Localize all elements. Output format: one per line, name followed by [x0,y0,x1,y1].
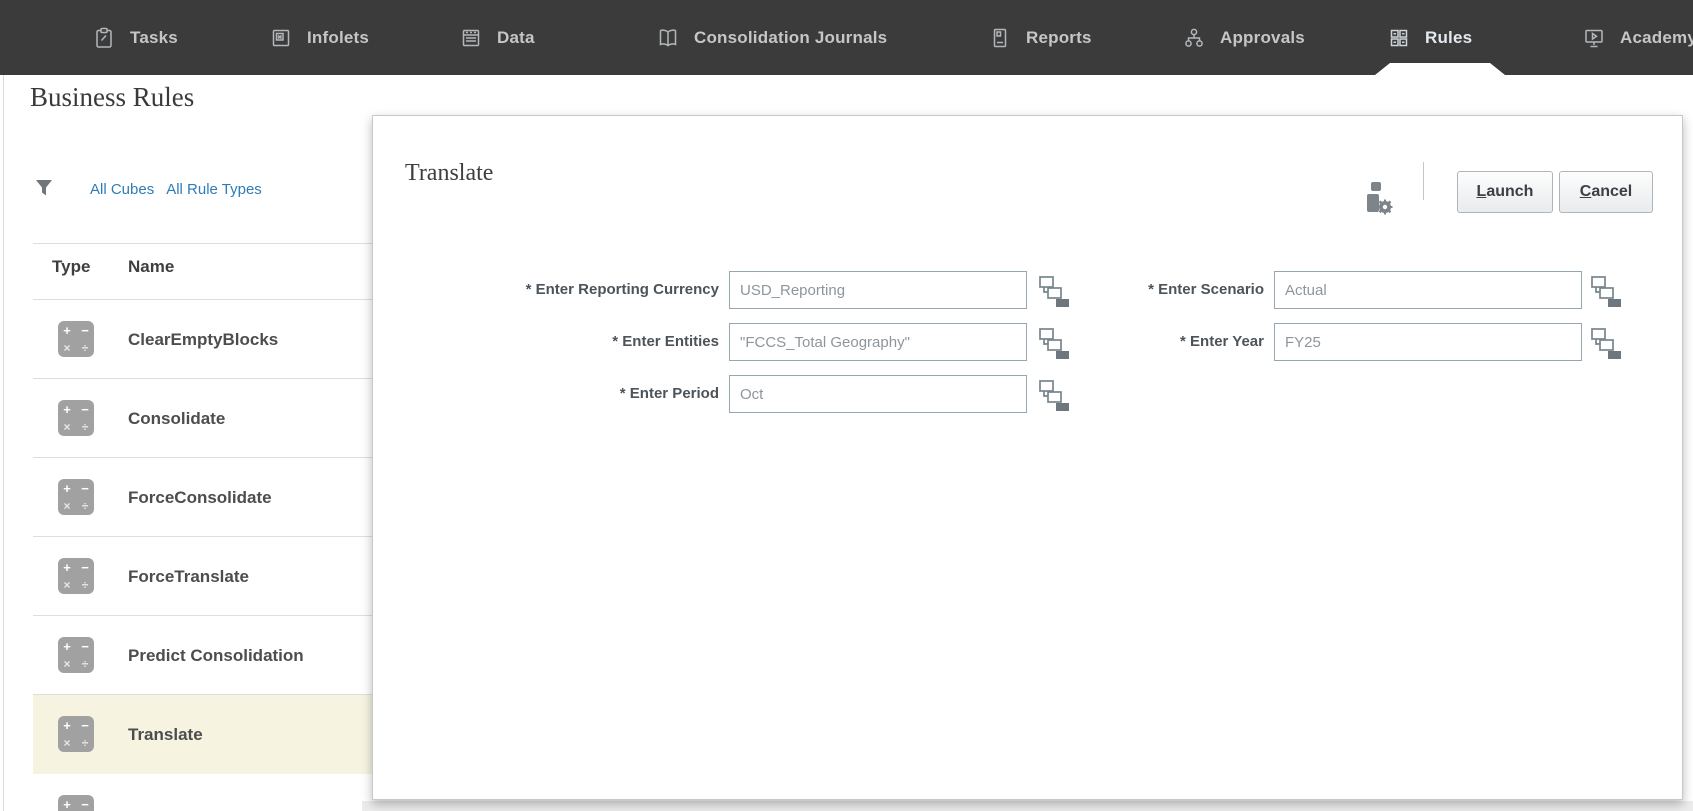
cancel-button[interactable]: Cancel [1559,171,1653,213]
nav-item-data[interactable]: Data [460,0,535,75]
rule-name: ClearEmptyBlocks [128,329,279,349]
filter-bar: All Cubes All Rule Types [90,181,262,198]
nav-item-label: Tasks [130,27,178,47]
nav-item-tasks[interactable]: Tasks [93,0,178,75]
nav-item-infolets[interactable]: Infolets [270,0,369,75]
nav-item-label: Data [497,27,535,47]
nav-item-label: Infolets [307,27,370,47]
column-header-type: Type [52,257,91,276]
table-row-partial[interactable]: +−×÷ [33,774,372,811]
launch-variables-person-icon[interactable] [1363,180,1395,216]
approvals-icon [1185,28,1203,47]
nav-item-label: Approvals [1220,27,1305,47]
calculation-icon: +−×÷ [58,479,94,515]
launch-button-label: Launch [1476,183,1534,200]
filter-all-cubes-link[interactable]: All Cubes [90,181,154,198]
page-title: Business Rules [30,82,195,112]
top-navbar: Tasks Infolets Data Consolidation Journa… [0,0,1693,75]
nav-item-label: Consolidation Journals [694,27,888,47]
entities-label: * Enter Entities [612,333,719,350]
rule-name: Predict Consolidation [128,645,304,665]
filter-all-rule-types-link[interactable]: All Rule Types [166,181,262,198]
scenario-input[interactable] [1274,271,1582,309]
reporting-currency-label: * Enter Reporting Currency [525,281,719,298]
dialog-title: Translate [405,160,494,186]
table-row-predict-consolidation[interactable]: + − × ÷ Predict Consolidation [33,616,372,695]
calculation-icon: +−×÷ [58,321,94,357]
rules-icon [1390,29,1408,46]
translate-dialog: Translate Launch Cancel * Enter Reportin… [372,115,1683,800]
nav-item-approvals[interactable]: Approvals [1183,0,1305,75]
rule-name: ForceTranslate [128,566,249,586]
launch-button[interactable]: Launch [1457,171,1553,213]
infolets-icon [272,29,290,46]
period-label: * Enter Period [619,385,719,402]
table-row-forcetranslate[interactable]: + − × ÷ ForceTranslate [33,537,372,616]
window-edge-line [3,75,4,811]
data-icon [462,29,480,46]
table-row-clearemptyblocks[interactable]: + − × ÷ ClearEmptyBlocks [33,300,372,379]
period-input[interactable] [729,375,1027,413]
rule-name: Consolidate [128,408,226,428]
entities-input[interactable] [729,323,1027,361]
academy-icon [1585,29,1603,47]
nav-item-label: Reports [1026,27,1092,47]
filter-funnel-icon[interactable] [33,177,55,199]
year-input[interactable] [1274,323,1582,361]
cancel-button-label: Cancel [1579,183,1633,200]
column-header-name: Name [128,257,175,276]
member-selector-icon[interactable] [1037,377,1071,411]
scenario-label: * Enter Scenario [1148,281,1264,298]
year-label: * Enter Year [1180,333,1264,350]
calculation-icon: +−×÷ [58,716,94,752]
app-screen: Tasks Infolets Data Consolidation Journa… [0,0,1693,811]
toolbar-divider [1423,162,1424,200]
table-divider [33,243,372,244]
calculation-icon: +−×÷ [58,558,94,594]
reporting-currency-input[interactable] [729,271,1027,309]
calculation-icon: +−×÷ [58,795,94,811]
member-selector-icon[interactable] [1589,273,1623,307]
consolidation-journals-icon [659,28,677,47]
rule-name: ForceConsolidate [128,487,272,507]
table-row-translate-selected[interactable]: + − × ÷ Translate [33,695,372,774]
dialog-shadow [362,801,1693,811]
active-tab-indicator [1375,63,1505,75]
reports-icon [993,28,1007,47]
nav-item-label: Academy [1620,27,1693,47]
tasks-icon [96,27,112,48]
nav-item-consolidation-journals[interactable]: Consolidation Journals [657,0,887,75]
calculation-icon: +−×÷ [58,400,94,436]
nav-item-label: Rules [1425,27,1473,47]
nav-item-academy[interactable]: Academy [1583,0,1693,75]
nav-item-reports[interactable]: Reports [989,0,1092,75]
member-selector-icon[interactable] [1589,325,1623,359]
rule-name: Translate [128,724,203,744]
calculation-icon: +−×÷ [58,637,94,673]
table-row-consolidate[interactable]: + − × ÷ Consolidate [33,379,372,458]
table-row-forceconsolidate[interactable]: + − × ÷ ForceConsolidate [33,458,372,537]
